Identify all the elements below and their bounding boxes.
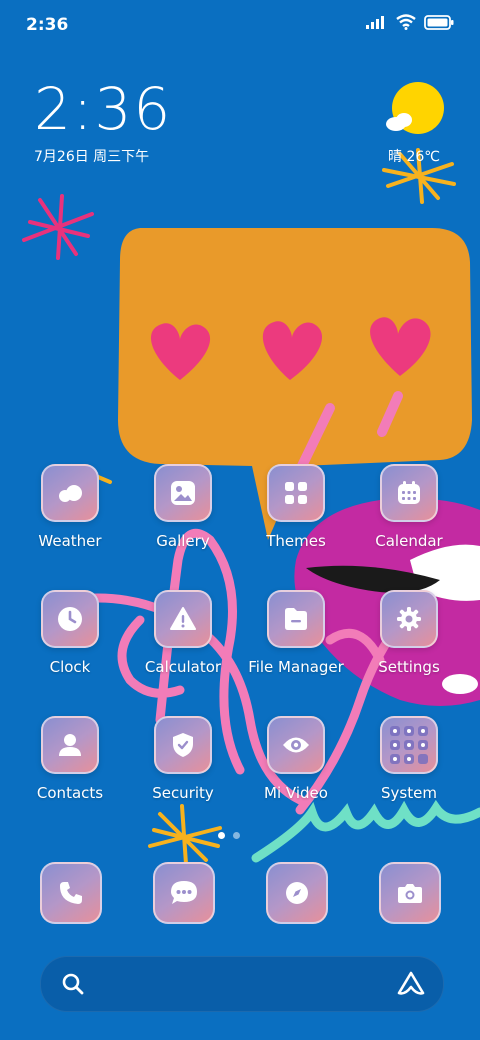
gallery-app-icon bbox=[154, 464, 212, 522]
compass-icon bbox=[286, 882, 308, 904]
messages-app-icon bbox=[153, 862, 215, 924]
settings-app-icon bbox=[380, 590, 438, 648]
sun-cloud-icon bbox=[386, 113, 412, 131]
warning-triangle-icon bbox=[170, 607, 196, 630]
page-indicator[interactable] bbox=[218, 832, 240, 839]
weather-summary: 晴 26℃ bbox=[388, 149, 440, 165]
person-icon bbox=[59, 734, 81, 756]
page-dot[interactable] bbox=[233, 832, 240, 839]
dock-camera[interactable] bbox=[379, 862, 441, 924]
search-icon bbox=[62, 973, 84, 995]
cloud-icon bbox=[59, 485, 82, 502]
app-clock[interactable]: Clock bbox=[20, 590, 120, 676]
app-label: Clock bbox=[49, 658, 91, 676]
phone-app-icon bbox=[40, 862, 102, 924]
dock-browser[interactable] bbox=[266, 862, 328, 924]
app-security[interactable]: Security bbox=[133, 716, 233, 802]
phone-icon bbox=[60, 882, 82, 904]
yellow-star-bottom-decoration bbox=[148, 804, 222, 866]
system-folder-icon bbox=[380, 716, 438, 774]
eye-icon bbox=[283, 737, 309, 753]
mi-video-app-icon bbox=[267, 716, 325, 774]
signal-icon bbox=[366, 16, 384, 29]
app-contacts[interactable]: Contacts bbox=[20, 716, 120, 802]
app-system-folder[interactable]: System bbox=[359, 716, 459, 802]
wifi-icon bbox=[396, 14, 416, 30]
widget-date: 7月26日 周三下午 bbox=[34, 149, 150, 165]
app-label: Themes bbox=[266, 532, 326, 550]
themes-app-icon bbox=[267, 464, 325, 522]
battery-icon bbox=[424, 14, 454, 30]
chat-bubble-icon bbox=[171, 881, 197, 904]
app-label: Mi Video bbox=[264, 784, 328, 802]
search-bar[interactable] bbox=[40, 956, 444, 1012]
calendar-app-icon bbox=[380, 464, 438, 522]
app-themes[interactable]: Themes bbox=[246, 464, 346, 550]
app-label: Contacts bbox=[36, 784, 104, 802]
image-icon bbox=[171, 481, 195, 505]
status-icons bbox=[366, 14, 454, 30]
app-settings[interactable]: Settings bbox=[359, 590, 459, 676]
file-manager-app-icon bbox=[267, 590, 325, 648]
page-dot-active[interactable] bbox=[218, 832, 225, 839]
app-label: Calendar bbox=[375, 532, 443, 550]
weather-widget[interactable]: 晴 26℃ bbox=[384, 84, 444, 165]
security-app-icon bbox=[154, 716, 212, 774]
app-mi-video[interactable]: Mi Video bbox=[246, 716, 346, 802]
app-label: Settings bbox=[378, 658, 440, 676]
app-label: Weather bbox=[38, 532, 102, 550]
app-label: Security bbox=[152, 784, 214, 802]
app-label: File Manager bbox=[248, 658, 344, 676]
clock-app-icon bbox=[41, 590, 99, 648]
calendar-icon bbox=[398, 481, 420, 504]
calculator-app-icon bbox=[154, 590, 212, 648]
widget-time: 2:36 bbox=[34, 75, 173, 143]
status-bar: 2:36 bbox=[0, 0, 480, 50]
browser-app-icon bbox=[266, 862, 328, 924]
app-label: Gallery bbox=[156, 532, 210, 550]
dock-phone[interactable] bbox=[40, 862, 102, 924]
gear-icon bbox=[397, 607, 421, 631]
weather-app-icon bbox=[41, 464, 99, 522]
contacts-app-icon bbox=[41, 716, 99, 774]
dock-messages[interactable] bbox=[153, 862, 215, 924]
clock-widget[interactable]: 2:36 7月26日 周三下午 bbox=[34, 78, 172, 166]
pink-star-decoration bbox=[22, 194, 94, 260]
app-label: Calculator bbox=[144, 658, 222, 676]
app-gallery[interactable]: Gallery bbox=[133, 464, 233, 550]
folder-grid-icon bbox=[390, 726, 428, 764]
mint-squiggle-decoration bbox=[251, 799, 480, 863]
grid-icon bbox=[285, 482, 307, 504]
app-weather[interactable]: Weather bbox=[20, 464, 120, 550]
app-calendar[interactable]: Calendar bbox=[359, 464, 459, 550]
status-time: 2:36 bbox=[26, 15, 69, 35]
home-screen: 2:36 2:36 7月26日 周三下午 晴 26℃ Weather Galle… bbox=[0, 0, 480, 1040]
app-calculator[interactable]: Calculator bbox=[133, 590, 233, 676]
clock-icon bbox=[58, 607, 82, 631]
shield-check-icon bbox=[173, 733, 193, 757]
assistant-icon[interactable] bbox=[397, 971, 425, 997]
folder-icon bbox=[285, 608, 307, 630]
app-label: System bbox=[381, 784, 437, 802]
camera-icon bbox=[398, 884, 422, 903]
camera-app-icon bbox=[379, 862, 441, 924]
app-file-manager[interactable]: File Manager bbox=[246, 590, 346, 676]
